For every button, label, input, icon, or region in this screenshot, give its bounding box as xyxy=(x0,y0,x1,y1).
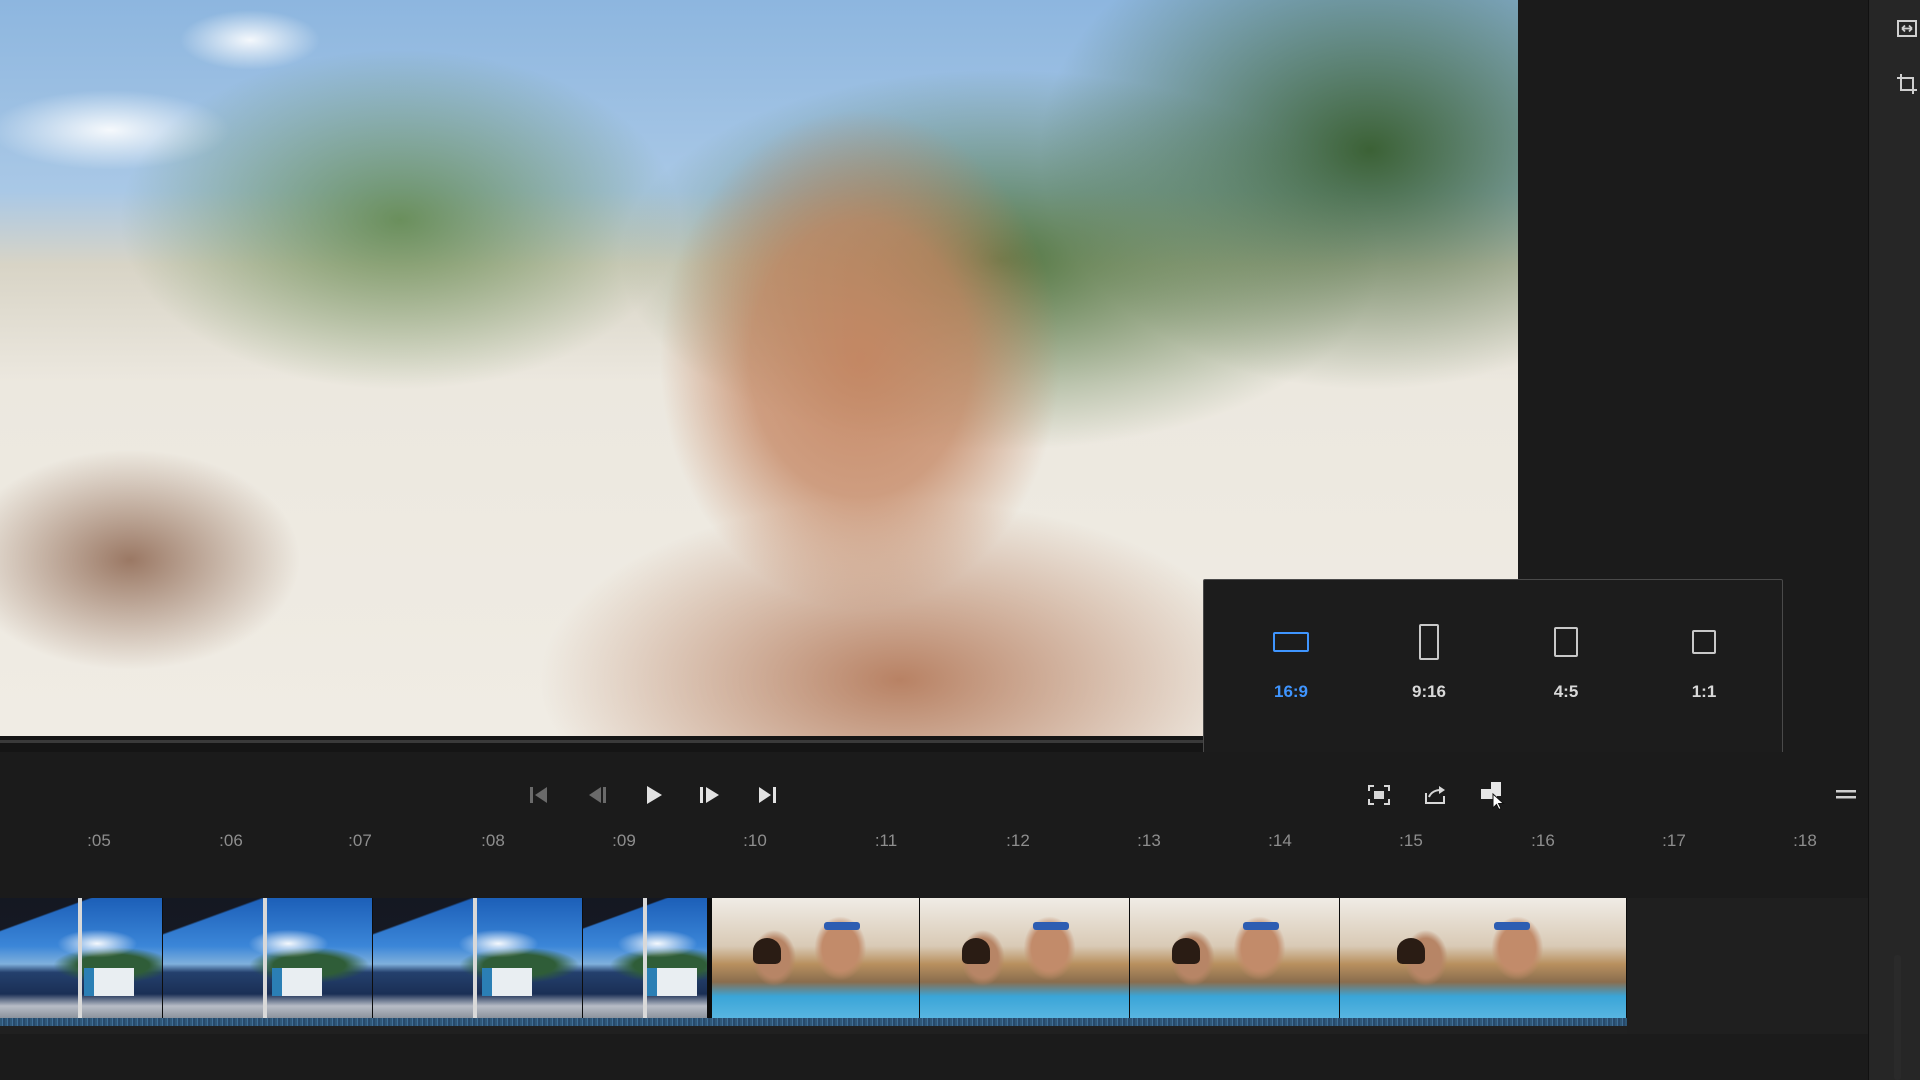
ratio-label: 9:16 xyxy=(1411,682,1447,701)
landscape-ratio-icon xyxy=(1273,632,1309,652)
portrait-ratio-icon xyxy=(1419,624,1439,660)
aspect-ratio-button[interactable] xyxy=(1478,780,1508,810)
aspect-ratio-popover: 16:9 9:16 4:5 1:1 xyxy=(1203,579,1783,757)
ruler-label: :10 xyxy=(743,831,767,850)
export-frame-icon xyxy=(1423,784,1449,806)
boat-clip-thumbnail[interactable] xyxy=(0,898,163,1018)
ruler-label: :18 xyxy=(1793,831,1817,850)
ruler-label: :17 xyxy=(1662,831,1686,850)
selfie-clip-thumbnail[interactable] xyxy=(1340,898,1627,1018)
vertical-ratio-icon xyxy=(1554,627,1578,657)
ratio-option-9-16[interactable]: 9:16 xyxy=(1374,620,1484,720)
fit-to-width-icon[interactable] xyxy=(1896,18,1918,40)
boat-clip-thumbnail[interactable] xyxy=(583,898,708,1018)
time-ruler[interactable]: :05 :06 :07 :08 :09 :10 :11 :12 :13 :14 … xyxy=(0,822,1868,862)
selfie-clip-thumbnail[interactable] xyxy=(920,898,1130,1018)
audio-waveform xyxy=(0,1018,1627,1026)
ratio-label: 16:9 xyxy=(1273,682,1309,701)
ratio-label: 1:1 xyxy=(1691,682,1717,701)
boat-clip-thumbnail[interactable] xyxy=(163,898,373,1018)
step-forward-icon xyxy=(698,785,722,805)
transport-controls xyxy=(0,752,1868,822)
selfie-clip-thumbnail[interactable] xyxy=(712,898,920,1018)
ruler-label: :06 xyxy=(219,831,243,850)
ruler-label: :08 xyxy=(481,831,505,850)
crop-icon[interactable] xyxy=(1896,73,1918,95)
ruler-label: :09 xyxy=(612,831,636,850)
clip-boundary xyxy=(708,898,712,1026)
ruler-label: :07 xyxy=(348,831,372,850)
step-back-button[interactable] xyxy=(582,782,612,808)
ratio-option-4-5[interactable]: 4:5 xyxy=(1511,620,1621,720)
play-icon xyxy=(643,784,665,806)
go-to-in-button[interactable] xyxy=(524,782,554,808)
ruler-label: :11 xyxy=(874,831,898,850)
boat-clip-thumbnail[interactable] xyxy=(373,898,583,1018)
go-to-end-button[interactable] xyxy=(752,782,782,808)
fit-frame-button[interactable] xyxy=(1364,782,1394,808)
video-track xyxy=(0,898,1868,1034)
playback-progress-track[interactable] xyxy=(0,740,1205,743)
ruler-label: :13 xyxy=(1137,831,1161,850)
aspect-ratio-icon xyxy=(1479,780,1507,810)
fit-frame-icon xyxy=(1367,784,1391,806)
ratio-label: 4:5 xyxy=(1553,682,1579,701)
ruler-label: :16 xyxy=(1531,831,1555,850)
panel-menu-button[interactable] xyxy=(1831,782,1861,808)
ratio-option-16-9[interactable]: 16:9 xyxy=(1236,620,1346,720)
ruler-label: :15 xyxy=(1399,831,1423,850)
tool-strip xyxy=(1868,0,1920,1080)
step-forward-button[interactable] xyxy=(695,782,725,808)
vertical-scrollbar[interactable] xyxy=(1894,955,1901,1080)
ratio-option-1-1[interactable]: 1:1 xyxy=(1649,620,1759,720)
step-back-icon xyxy=(586,785,608,805)
go-to-end-icon xyxy=(756,785,778,805)
ruler-label: :12 xyxy=(1006,831,1030,850)
menu-icon xyxy=(1835,788,1857,802)
ruler-label: :14 xyxy=(1268,831,1292,850)
square-ratio-icon xyxy=(1692,630,1716,654)
selfie-clip-thumbnail[interactable] xyxy=(1130,898,1340,1018)
ruler-label: :05 xyxy=(87,831,111,850)
play-button[interactable] xyxy=(639,782,669,808)
go-to-in-icon xyxy=(528,785,550,805)
export-frame-button[interactable] xyxy=(1421,782,1451,808)
track-empty-area xyxy=(1627,898,1868,1034)
